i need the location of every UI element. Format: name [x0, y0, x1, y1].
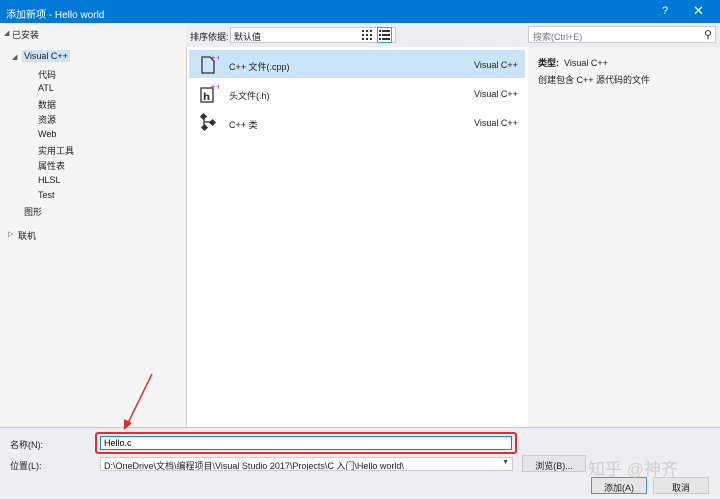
svg-text:h: h	[203, 92, 210, 103]
details-pane: 类型: Visual C++ 创建包含 C++ 源代码的文件	[528, 47, 720, 427]
help-button[interactable]: ?	[662, 5, 668, 17]
list-view-button[interactable]	[377, 27, 392, 43]
list-view-icon	[379, 30, 390, 40]
svg-text:++: ++	[210, 54, 219, 62]
tree-item-visual-cpp[interactable]: ◢ Visual C++	[12, 50, 70, 62]
tree-item-property-sheet[interactable]: 属性表	[38, 159, 65, 172]
svg-text:++: ++	[210, 83, 219, 91]
name-label: 名称(N):	[10, 440, 43, 450]
close-button[interactable]: ✕	[693, 3, 704, 19]
cpp-class-icon	[199, 112, 217, 132]
expand-arrow-icon[interactable]: ▷	[8, 230, 13, 238]
location-label: 位置(L):	[10, 461, 42, 471]
collapse-arrow-icon[interactable]: ◢	[12, 53, 17, 61]
tree-item-hlsl[interactable]: HLSL	[38, 175, 61, 185]
category-tree: ◢ 已安装 ◢ Visual C++ 代码 ATL 数据 资源 Web 实用工具…	[0, 23, 186, 427]
tree-item-graphics[interactable]: 图形	[24, 205, 42, 218]
tree-item-web[interactable]: Web	[38, 129, 56, 139]
location-dropdown[interactable]: D:\OneDrive\文档\编程项目\Visual Studio 2017\P…	[100, 457, 513, 471]
tree-item-atl[interactable]: ATL	[38, 83, 54, 93]
tree-item-online[interactable]: ▷ 联机	[8, 229, 36, 242]
detail-description: 创建包含 C++ 源代码的文件	[538, 75, 651, 85]
template-list: ++ C++ 文件(.cpp) Visual C++ h ++ 头文件(.h) …	[186, 47, 528, 427]
tree-item-test[interactable]: Test	[38, 190, 55, 200]
tree-item-data[interactable]: 数据	[38, 98, 56, 111]
watermark: 知乎 @神齐	[588, 460, 678, 479]
window-title: 添加新项 - Hello world	[6, 10, 105, 21]
annotation-highlight-box	[95, 432, 517, 454]
search-icon[interactable]: ⚲	[704, 28, 712, 41]
template-item-cpp-class[interactable]: C++ 类 Visual C++	[189, 108, 525, 136]
tree-item-installed[interactable]: ◢ 已安装	[4, 28, 39, 41]
tree-item-resource[interactable]: 资源	[38, 113, 56, 126]
header-file-icon: h ++	[200, 83, 219, 103]
tree-item-utility[interactable]: 实用工具	[38, 144, 74, 157]
grid-view-button[interactable]	[359, 27, 374, 43]
search-input[interactable]: 搜索(Ctrl+E) ⚲	[528, 26, 716, 43]
chevron-down-icon: ▼	[502, 459, 509, 466]
template-item-cpp-file[interactable]: ++ C++ 文件(.cpp) Visual C++	[189, 50, 525, 78]
tree-item-code[interactable]: 代码	[38, 68, 56, 81]
grid-view-icon	[362, 30, 372, 40]
sort-label: 排序依据:	[190, 32, 229, 42]
sort-toolbar: 排序依据: 默认值 ▼	[186, 23, 528, 47]
cpp-file-icon: ++	[201, 54, 219, 74]
detail-type: 类型: Visual C++	[538, 58, 608, 68]
title-bar: 添加新项 - Hello world ? ✕	[0, 0, 720, 23]
collapse-arrow-icon[interactable]: ◢	[4, 29, 9, 37]
template-item-header-file[interactable]: h ++ 头文件(.h) Visual C++	[189, 79, 525, 107]
browse-button[interactable]: 浏览(B)...	[522, 455, 586, 472]
